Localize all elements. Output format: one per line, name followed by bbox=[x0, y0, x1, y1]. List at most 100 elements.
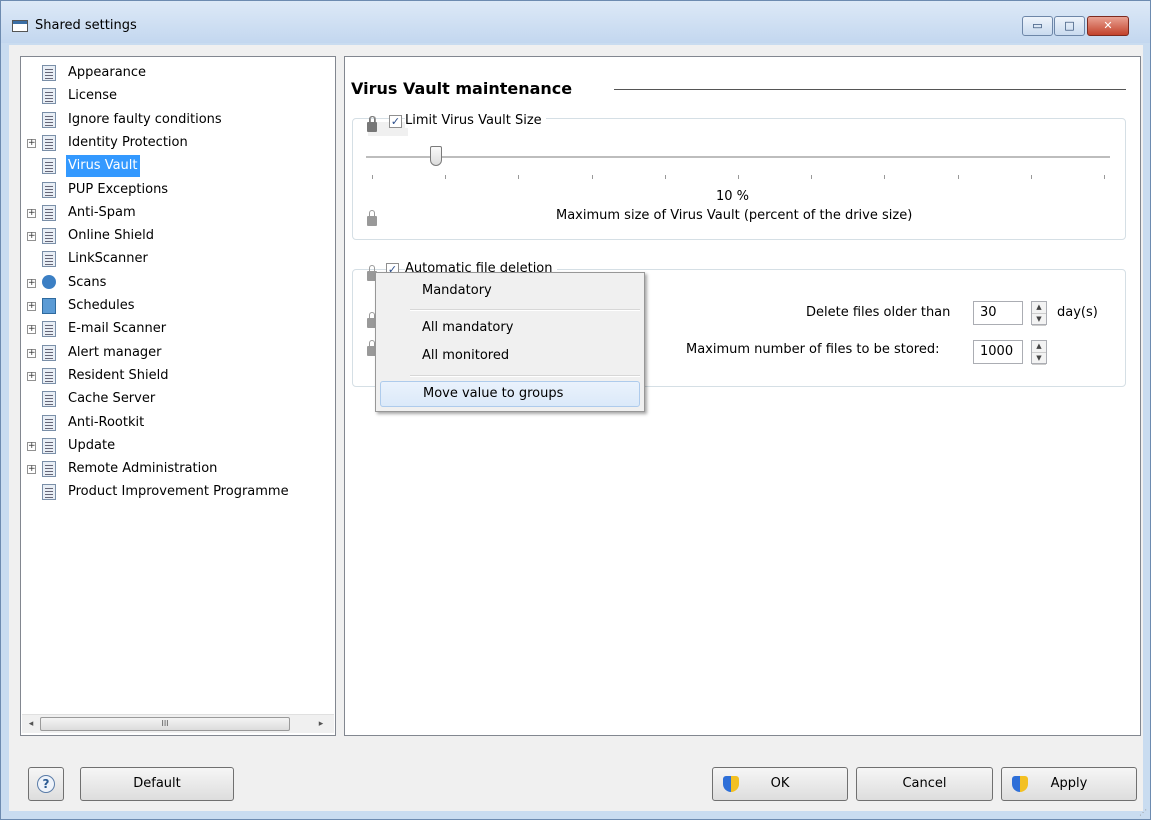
document-icon bbox=[42, 461, 56, 478]
tree-item[interactable]: Virus Vault bbox=[21, 155, 335, 178]
menu-item-all-monitored[interactable]: All monitored bbox=[380, 343, 640, 369]
menu-separator bbox=[410, 309, 640, 311]
slider-tick bbox=[445, 175, 447, 179]
tree-item[interactable]: + Schedules bbox=[21, 295, 335, 317]
expand-plus-icon[interactable]: + bbox=[27, 208, 36, 218]
slider-tick bbox=[738, 175, 739, 179]
tree-item-label: Scans bbox=[68, 274, 107, 290]
older-than-label: Delete files older than bbox=[806, 305, 951, 320]
scroll-right-arrow-icon[interactable]: ▸ bbox=[312, 715, 330, 733]
document-icon bbox=[42, 321, 56, 338]
spin-down-icon[interactable]: ▼ bbox=[1032, 353, 1046, 365]
tree-item-label: E-mail Scanner bbox=[68, 321, 167, 337]
tree-horizontal-scrollbar[interactable]: ◂ III ▸ bbox=[22, 714, 334, 733]
tree-item[interactable]: PUP Exceptions bbox=[21, 179, 335, 201]
lock-icon[interactable] bbox=[367, 210, 377, 226]
context-menu: Mandatory All mandatory All monitored Mo… bbox=[375, 272, 645, 412]
menu-separator bbox=[410, 375, 640, 377]
menu-item-mandatory[interactable]: Mandatory bbox=[380, 278, 640, 304]
tree-item[interactable]: + Update bbox=[21, 435, 335, 457]
spin-down-icon[interactable]: ▼ bbox=[1032, 314, 1046, 326]
expand-plus-icon[interactable]: + bbox=[27, 138, 36, 148]
close-button[interactable]: ✕ bbox=[1087, 16, 1129, 36]
tree-item[interactable]: LinkScanner bbox=[21, 248, 335, 270]
ok-button[interactable]: OK bbox=[712, 767, 848, 801]
shield-icon bbox=[723, 776, 739, 792]
tree-item[interactable]: Ignore faulty conditions bbox=[21, 109, 335, 131]
tree-item[interactable]: Anti-Rootkit bbox=[21, 412, 335, 434]
slider-tick bbox=[518, 175, 520, 179]
expand-plus-icon[interactable]: + bbox=[27, 302, 36, 311]
scroll-thumb[interactable]: III bbox=[40, 717, 290, 731]
document-icon bbox=[42, 251, 56, 268]
older-than-spinner[interactable]: ▲ ▼ bbox=[1031, 301, 1047, 326]
resize-grip-icon[interactable]: ⋰ bbox=[1139, 808, 1149, 818]
tree-item[interactable]: Appearance bbox=[21, 62, 335, 84]
slider-thumb[interactable] bbox=[430, 146, 442, 166]
scroll-left-arrow-icon[interactable]: ◂ bbox=[22, 715, 40, 733]
tree-item-label: Cache Server bbox=[68, 391, 156, 407]
tree-item[interactable]: + Alert manager bbox=[21, 342, 335, 364]
slider-description: Maximum size of Virus Vault (percent of … bbox=[556, 208, 913, 223]
tree-item-label: Anti-Spam bbox=[68, 204, 136, 220]
tree-item-label: Remote Administration bbox=[68, 461, 218, 477]
tree-item-label: LinkScanner bbox=[68, 251, 148, 267]
spin-up-icon[interactable]: ▲ bbox=[1032, 341, 1046, 353]
shield-icon bbox=[1012, 776, 1028, 792]
tree-item[interactable]: + Anti-Spam bbox=[21, 202, 335, 224]
document-icon bbox=[42, 134, 56, 151]
tree-item-label: Identity Protection bbox=[68, 134, 188, 150]
expand-plus-icon[interactable]: + bbox=[27, 465, 36, 475]
tree-item[interactable]: + Online Shield bbox=[21, 225, 335, 247]
slider-tick bbox=[372, 175, 373, 179]
help-icon: ? bbox=[37, 775, 55, 793]
expand-plus-icon[interactable]: + bbox=[27, 278, 36, 288]
lock-icon[interactable] bbox=[367, 116, 377, 132]
document-icon bbox=[42, 391, 56, 408]
slider-tick bbox=[811, 175, 813, 179]
apply-button-label: Apply bbox=[1050, 776, 1088, 791]
settings-tree[interactable]: Appearance License Ignore faulty condition… bbox=[20, 56, 336, 736]
menu-item-move-value-to-groups[interactable]: Move value to groups bbox=[380, 381, 640, 407]
tree-item[interactable]: Product Improvement Programme bbox=[21, 481, 335, 503]
maximize-button[interactable]: □ bbox=[1054, 16, 1085, 36]
menu-item-all-mandatory[interactable]: All mandatory bbox=[380, 315, 640, 341]
slider-track[interactable] bbox=[366, 156, 1110, 159]
max-files-input[interactable]: 1000 bbox=[973, 340, 1023, 364]
tree-item[interactable]: + Scans bbox=[21, 272, 335, 294]
schedule-icon bbox=[42, 298, 56, 314]
spin-up-icon[interactable]: ▲ bbox=[1032, 302, 1046, 314]
tree-item-label: Online Shield bbox=[68, 228, 155, 244]
tree-item[interactable]: + Remote Administration bbox=[21, 458, 335, 480]
expand-plus-icon[interactable]: + bbox=[27, 348, 36, 358]
tree-item-label: Alert manager bbox=[68, 344, 162, 360]
slider-tick bbox=[591, 175, 593, 179]
help-button[interactable]: ? bbox=[28, 767, 64, 801]
tree-item-label: Resident Shield bbox=[68, 367, 169, 383]
document-icon bbox=[42, 204, 56, 221]
slider-tick bbox=[664, 175, 666, 179]
minimize-button[interactable]: ▭ bbox=[1022, 16, 1053, 36]
expand-plus-icon[interactable]: + bbox=[27, 325, 36, 335]
tree-item[interactable]: + Resident Shield bbox=[21, 365, 335, 387]
tree-item[interactable]: Cache Server bbox=[21, 388, 335, 410]
window-title: Shared settings bbox=[35, 18, 137, 33]
apply-button[interactable]: Apply bbox=[1001, 767, 1137, 801]
tree-item-label: Virus Vault bbox=[66, 155, 140, 178]
expand-plus-icon[interactable]: + bbox=[27, 232, 36, 242]
document-icon bbox=[42, 437, 56, 454]
limit-size-label: Limit Virus Vault Size bbox=[405, 113, 546, 128]
expand-plus-icon[interactable]: + bbox=[27, 371, 36, 381]
expand-plus-icon[interactable]: + bbox=[27, 441, 36, 451]
tree-item[interactable]: + E-mail Scanner bbox=[21, 318, 335, 340]
title-bar[interactable]: Shared settings ▭ □ ✕ bbox=[1, 1, 1150, 43]
cancel-button[interactable]: Cancel bbox=[856, 767, 993, 801]
document-icon bbox=[42, 181, 56, 198]
limit-size-checkbox[interactable]: ✓ bbox=[389, 115, 402, 128]
tree-item[interactable]: License bbox=[21, 85, 335, 107]
older-than-input[interactable]: 30 bbox=[973, 301, 1023, 325]
default-button[interactable]: Default bbox=[80, 767, 234, 801]
max-files-spinner[interactable]: ▲ ▼ bbox=[1031, 340, 1047, 365]
tree-item-label: License bbox=[68, 88, 118, 104]
tree-item[interactable]: + Identity Protection bbox=[21, 132, 335, 154]
